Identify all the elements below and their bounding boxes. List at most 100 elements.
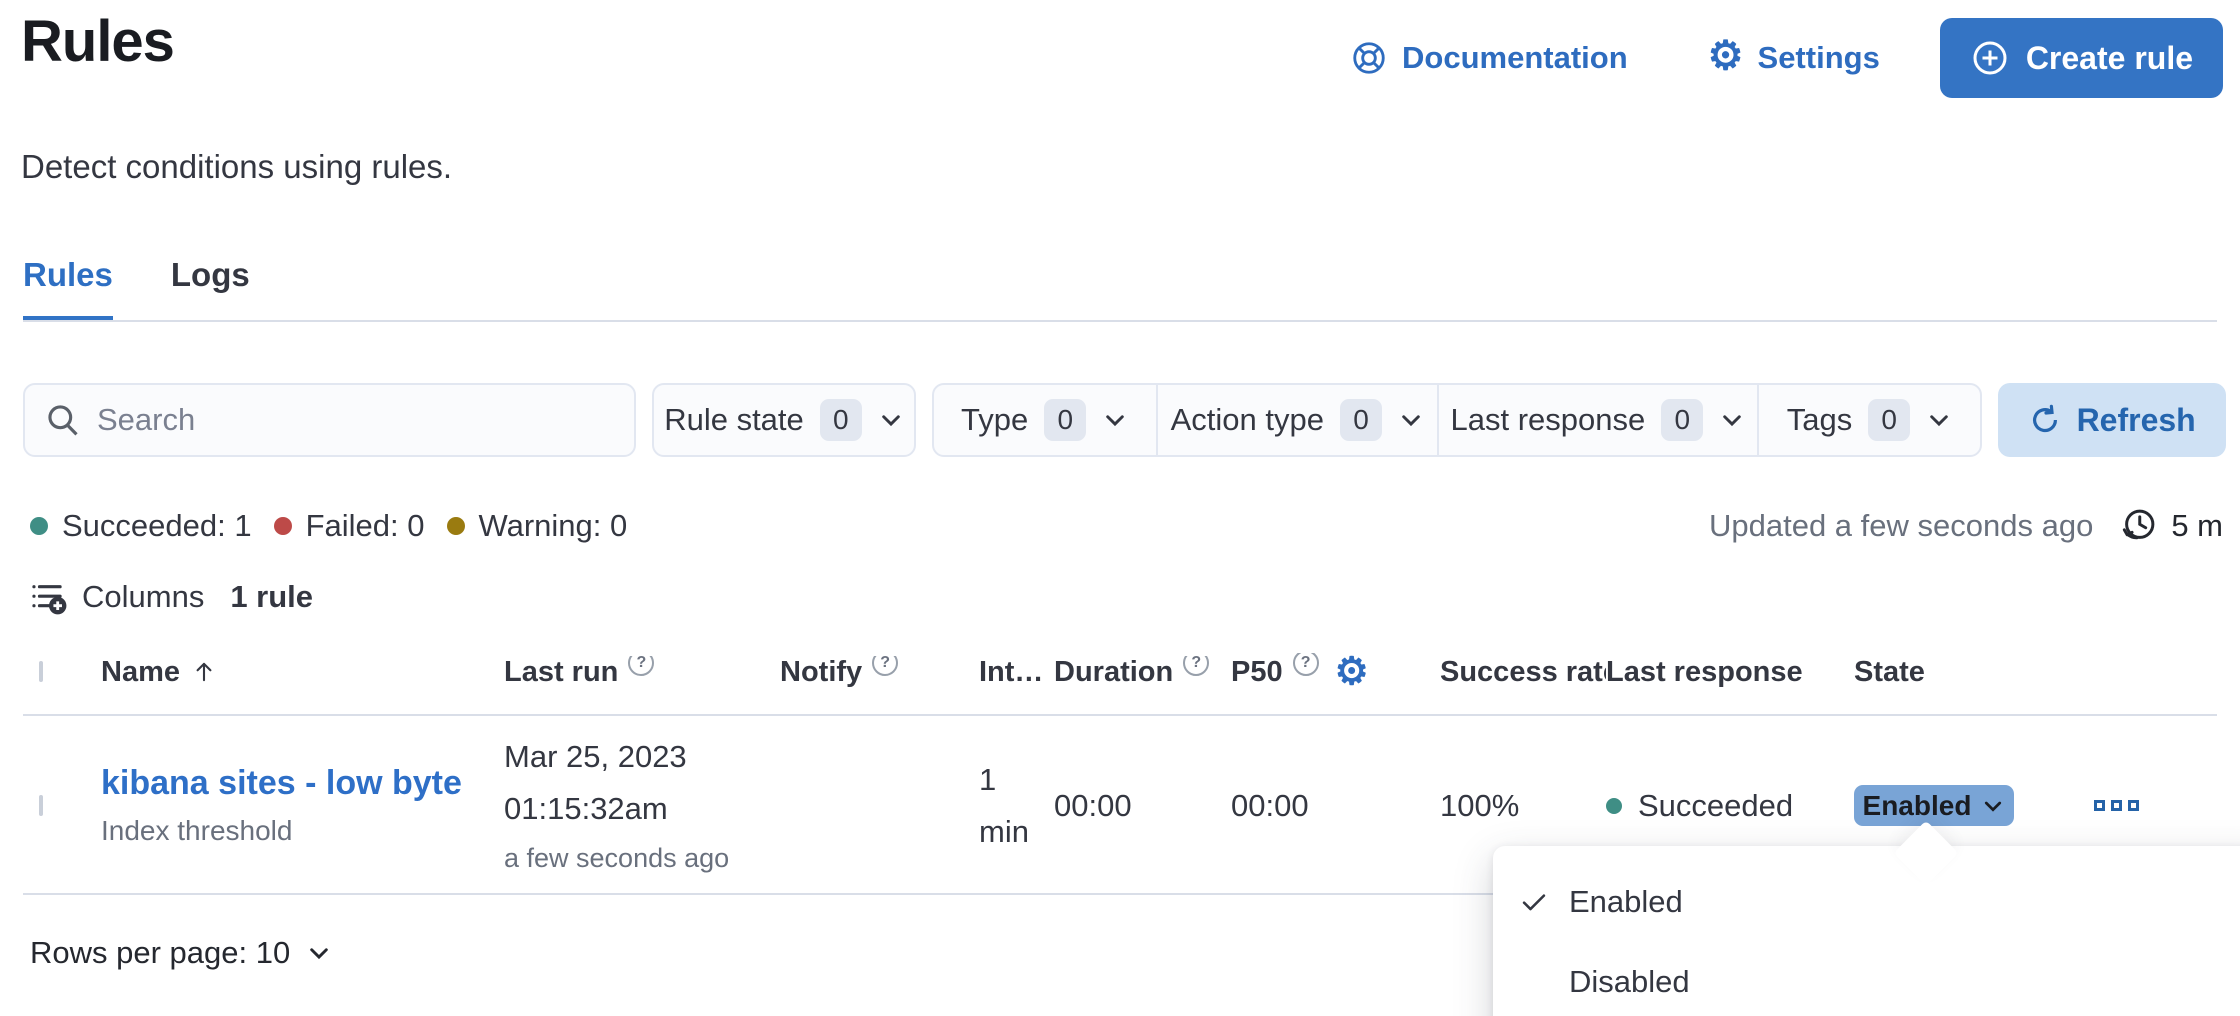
search-box (23, 383, 636, 457)
rows-per-page-label: Rows per page: 10 (30, 935, 290, 971)
settings-label: Settings (1758, 40, 1880, 76)
tabs-divider (23, 320, 2217, 322)
header-actions: Documentation ⚙ Settings Create rule (1350, 18, 2223, 98)
table-meta-row: Columns 1 rule (30, 578, 313, 616)
help-icon: ? (628, 656, 654, 677)
state-menu: Enabled Disabled (1493, 846, 2240, 1016)
documentation-label: Documentation (1402, 40, 1628, 76)
toolbar: Rule state 0 Type 0 Action type 0 Last r… (23, 383, 2226, 457)
help-icon: ? (872, 656, 898, 677)
column-header-p50: P50 ? ⚙ (1231, 653, 1440, 691)
chevron-down-icon (1719, 407, 1745, 433)
status-failed-label: Failed: 0 (306, 508, 425, 544)
filter-type[interactable]: Type 0 (934, 385, 1156, 455)
select-all-checkbox[interactable] (39, 661, 43, 682)
status-succeeded-label: Succeeded: 1 (62, 508, 252, 544)
page-subtitle: Detect conditions using rules. (21, 148, 452, 186)
column-header-interval: Int… (979, 656, 1054, 689)
tab-rules[interactable]: Rules (23, 256, 113, 322)
p50-cell: 00:00 (1231, 788, 1440, 824)
last-response-value: Succeeded (1638, 788, 1793, 824)
last-run-cell: Mar 25, 2023 01:15:32am a few seconds ag… (504, 731, 780, 881)
last-run-time: 01:15:32am (504, 783, 780, 835)
search-input[interactable] (97, 402, 614, 438)
create-rule-label: Create rule (2026, 40, 2193, 77)
state-badge[interactable]: Enabled (1854, 785, 2014, 826)
settings-link[interactable]: ⚙ Settings (1708, 38, 1880, 78)
interval-value: 1 min (979, 754, 1029, 858)
state-menu-item-enabled[interactable]: Enabled (1493, 862, 2240, 942)
time-refresh-icon (2117, 505, 2159, 547)
table-header: Name Last run ? Notify ? Int… Duration ?… (23, 630, 2217, 716)
chevron-down-icon (878, 407, 904, 433)
interval-cell: 1 min (979, 754, 1054, 858)
column-header-notify: Notify ? (780, 656, 979, 689)
filter-last-response-label: Last response (1451, 402, 1646, 438)
filter-rule-state[interactable]: Rule state 0 (652, 383, 916, 457)
status-failed: Failed: 0 (274, 508, 425, 544)
tab-logs[interactable]: Logs (171, 256, 250, 322)
columns-label: Columns (82, 579, 204, 615)
duration-cell: 00:00 (1054, 788, 1231, 824)
refresh-button[interactable]: Refresh (1998, 383, 2226, 457)
warning-dot-icon (447, 517, 465, 535)
rule-type: Index threshold (101, 815, 504, 847)
success-dot-icon (30, 517, 48, 535)
create-rule-button[interactable]: Create rule (1940, 18, 2223, 98)
status-warning-label: Warning: 0 (479, 508, 628, 544)
column-header-last-response: Last response (1606, 656, 1854, 689)
filter-last-response-count: 0 (1661, 399, 1703, 441)
chevron-down-icon (1398, 407, 1424, 433)
plus-circle-icon (1970, 38, 2010, 78)
filter-rule-state-count: 0 (820, 399, 862, 441)
success-rate-cell: 100% (1440, 788, 1606, 824)
filter-tags[interactable]: Tags 0 (1757, 385, 1981, 455)
state-menu-item-disabled[interactable]: Disabled (1493, 942, 2240, 1016)
columns-button[interactable]: Columns (30, 578, 204, 616)
row-checkbox[interactable] (39, 795, 43, 816)
filter-type-label: Type (961, 402, 1028, 438)
status-succeeded: Succeeded: 1 (30, 508, 252, 544)
row-actions-button[interactable] (2094, 800, 2217, 811)
help-icon: ? (1293, 653, 1319, 676)
last-run-date: Mar 25, 2023 (504, 731, 780, 783)
column-header-success-rate: Success rate (1440, 656, 1606, 689)
boxes-horizontal-icon (2094, 800, 2105, 811)
refresh-interval-button[interactable]: 5 m (2117, 505, 2223, 547)
rule-name-cell: kibana sites - low byte Index threshold (101, 764, 504, 847)
chevron-down-icon (1981, 794, 2005, 818)
column-header-state: State (1854, 656, 2080, 689)
status-warning: Warning: 0 (447, 508, 628, 544)
rules-page: Rules Documentation ⚙ Settings Create ru… (0, 0, 2240, 1016)
last-run-relative: a few seconds ago (504, 835, 780, 881)
filter-rule-state-label: Rule state (664, 402, 804, 438)
documentation-link[interactable]: Documentation (1350, 39, 1628, 77)
filter-action-type[interactable]: Action type 0 (1156, 385, 1438, 455)
filter-type-count: 0 (1044, 399, 1086, 441)
help-icon: ? (1183, 656, 1209, 677)
filter-group: Type 0 Action type 0 Last response 0 Tag… (932, 383, 1983, 457)
column-header-last-run: Last run ? (504, 656, 780, 689)
column-header-name[interactable]: Name (101, 656, 504, 689)
refresh-icon (2029, 404, 2061, 436)
rule-count: 1 rule (230, 579, 313, 615)
filter-action-type-label: Action type (1171, 402, 1324, 438)
columns-icon (30, 578, 68, 616)
search-icon (45, 402, 81, 438)
gear-icon: ⚙ (1708, 36, 1744, 76)
check-icon (1517, 885, 1551, 919)
last-response-cell: Succeeded (1606, 788, 1854, 824)
refresh-label: Refresh (2077, 402, 2196, 439)
filter-last-response[interactable]: Last response 0 (1437, 385, 1757, 455)
life-ring-icon (1350, 39, 1388, 77)
state-badge-label: Enabled (1863, 790, 1972, 822)
chevron-down-icon (1102, 407, 1128, 433)
rows-per-page-button[interactable]: Rows per page: 10 (30, 935, 332, 971)
status-bar: Succeeded: 1 Failed: 0 Warning: 0 Update… (30, 505, 2223, 547)
p50-settings-gear-icon[interactable]: ⚙ (1335, 653, 1369, 691)
state-option-label: Disabled (1569, 964, 1690, 1000)
refresh-interval-label: 5 m (2171, 508, 2223, 544)
tabs: Rules Logs (23, 256, 250, 322)
rule-name-link[interactable]: kibana sites - low byte (101, 764, 473, 803)
state-option-label: Enabled (1569, 884, 1683, 920)
